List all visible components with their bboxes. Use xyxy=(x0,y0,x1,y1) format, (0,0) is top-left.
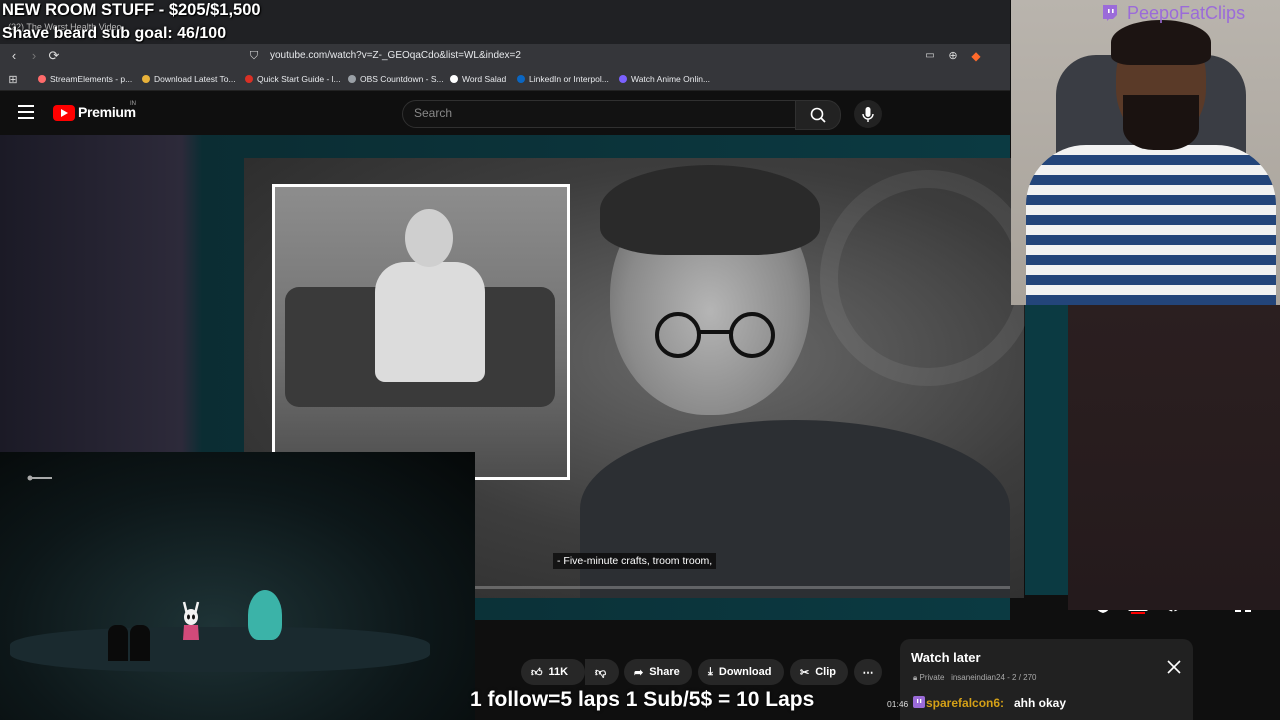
like-button[interactable]: 👍︎ 11K xyxy=(521,659,585,685)
apps-grid-icon[interactable]: ⊞ xyxy=(3,70,23,90)
streamer-shirt xyxy=(1026,145,1276,305)
streamer-webcam xyxy=(1011,0,1280,305)
search-icon xyxy=(810,107,826,123)
playlist-privacy: Private xyxy=(919,673,945,682)
video-subtitle: - Five-minute crafts, troom troom, xyxy=(553,553,717,569)
bookmark-favicon-icon xyxy=(517,75,525,83)
twitch-icon xyxy=(1103,5,1117,21)
bookmark-favicon-icon xyxy=(348,75,356,83)
dislike-button[interactable]: 👎︎ xyxy=(585,659,619,685)
thumbs-up-icon: 👍︎ xyxy=(531,666,543,679)
bookmark-item[interactable]: Quick Start Guide - l... xyxy=(245,72,341,86)
microphone-icon xyxy=(862,107,874,122)
knight-character xyxy=(182,601,200,640)
game-prop xyxy=(130,625,150,661)
npc-character xyxy=(248,590,282,640)
video-progress-bar[interactable] xyxy=(475,586,1010,589)
bookmark-icon[interactable]: ⛉ xyxy=(244,46,264,66)
zoom-icon[interactable]: ⊕ xyxy=(943,46,963,66)
brave-shield-icon[interactable]: ◆ xyxy=(966,46,986,66)
playlist-meta: 🔒︎ Private insaneindian24 - 2 / 270 xyxy=(913,673,1037,682)
bookmark-favicon-icon xyxy=(245,75,253,83)
laps-banner: 1 follow=5 laps 1 Sub/5$ = 10 Laps xyxy=(470,688,815,711)
bookmark-item[interactable]: Download Latest To... xyxy=(142,72,236,86)
game-floor xyxy=(10,627,430,672)
game-hud-icon xyxy=(27,475,52,481)
presenter-glasses xyxy=(655,312,775,358)
download-label: Download xyxy=(718,666,772,678)
woman-figure xyxy=(375,262,485,382)
more-actions-button[interactable]: ⋯ xyxy=(854,659,882,685)
bookmark-item[interactable]: OBS Countdown - S... xyxy=(348,72,444,86)
reload-icon[interactable]: ⟳ xyxy=(44,46,64,66)
voice-search-button[interactable] xyxy=(854,100,882,128)
search-box[interactable] xyxy=(402,100,796,128)
bookmark-label: StreamElements - p... xyxy=(50,74,133,84)
like-count: 11K xyxy=(548,666,569,678)
inset-clip xyxy=(272,184,570,480)
youtube-premium-label[interactable]: Premium xyxy=(78,104,136,120)
forward-icon[interactable]: › xyxy=(24,46,44,66)
bookmark-label: OBS Countdown - S... xyxy=(360,74,444,84)
bookmark-label: Quick Start Guide - l... xyxy=(257,74,341,84)
share-icon: ➦ xyxy=(634,666,644,679)
download-icon: ⤓ xyxy=(708,665,713,678)
clip-label: Clip xyxy=(815,666,836,678)
bookmark-item[interactable]: Word Salad xyxy=(450,72,506,86)
scissors-icon: ✂ xyxy=(800,666,810,679)
twitch-badge-icon xyxy=(913,696,925,708)
download-button[interactable]: ⤓ Download xyxy=(698,659,784,685)
bookmark-label: Watch Anime Onlin... xyxy=(631,74,711,84)
bookmark-item[interactable]: Watch Anime Onlin... xyxy=(619,72,710,86)
search-input[interactable]: Search xyxy=(414,106,452,120)
donation-goal: NEW ROOM STUFF - $205/$1,500 xyxy=(2,1,261,19)
game-prop xyxy=(108,625,128,661)
more-icon: ⋯ xyxy=(862,666,874,679)
chat-timestamp: 01:46 xyxy=(887,699,909,709)
woman-head xyxy=(405,209,453,267)
region-code: IN xyxy=(130,101,136,107)
presenter-hair xyxy=(600,165,820,255)
lock-icon: 🔒︎ xyxy=(913,673,918,682)
search-button[interactable] xyxy=(795,100,841,130)
url-input[interactable]: youtube.com/watch?v=Z-_GEOqaCdo&list=WL&… xyxy=(270,47,990,65)
chat-username: sparefalcon6: xyxy=(926,696,1005,710)
presenter-shirt xyxy=(580,420,1010,598)
share-button[interactable]: ➦ Share xyxy=(624,659,692,685)
playlist-position: 2 / 270 xyxy=(1012,673,1037,682)
bookmark-item[interactable]: LinkedIn or Interpol... xyxy=(517,72,609,86)
share-label: Share xyxy=(649,666,680,678)
sub-goal: Shave beard sub goal: 46/100 xyxy=(2,25,227,42)
streamer-hair xyxy=(1111,20,1211,65)
chat-message: ahh okay xyxy=(1014,696,1067,710)
bookmark-label: LinkedIn or Interpol... xyxy=(529,74,609,84)
bookmark-label: Download Latest To... xyxy=(154,74,236,84)
back-icon[interactable]: ‹ xyxy=(4,46,24,66)
streamer-beard xyxy=(1123,95,1199,150)
background-swirl xyxy=(820,170,1036,386)
hamburger-menu-icon[interactable] xyxy=(18,105,34,119)
youtube-logo-icon[interactable] xyxy=(53,105,75,121)
channel-brand: PeepoFatClips xyxy=(1127,3,1246,23)
video-side-panel xyxy=(1025,305,1068,595)
overlay-side-panel xyxy=(1068,305,1280,610)
bookmark-label: Word Salad xyxy=(462,74,507,84)
bookmark-favicon-icon xyxy=(38,75,46,83)
playlist-owner[interactable]: insaneindian24 xyxy=(951,673,1005,682)
bookmark-favicon-icon xyxy=(450,75,458,83)
thumbs-down-icon: 👎︎ xyxy=(595,666,607,679)
cast-icon[interactable]: ▭ xyxy=(920,46,940,66)
bookmark-favicon-icon xyxy=(619,75,627,83)
bookmark-favicon-icon xyxy=(142,75,150,83)
close-icon[interactable] xyxy=(1166,659,1182,675)
clip-button[interactable]: ✂ Clip xyxy=(790,659,848,685)
bookmark-item[interactable]: StreamElements - p... xyxy=(38,72,132,86)
game-capture xyxy=(0,452,475,720)
playlist-title[interactable]: Watch later xyxy=(911,650,981,665)
